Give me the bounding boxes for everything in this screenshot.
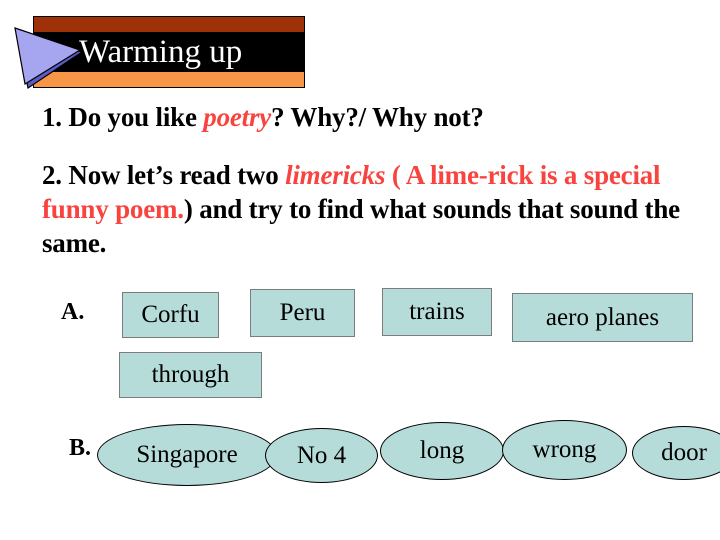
word-box-label: trains (409, 298, 465, 325)
word-box-label: Corfu (141, 301, 200, 328)
question-2-highlight: limericks (285, 160, 386, 190)
word-box-aero-planes[interactable]: aero planes (512, 293, 693, 342)
word-ellipse-label: wrong (532, 436, 597, 463)
word-ellipse-long[interactable]: long (380, 422, 504, 480)
group-a-label: A. (61, 299, 85, 325)
word-box-label: through (151, 361, 230, 388)
question-2: 2. Now let’s read two limericks ( A lime… (42, 158, 714, 260)
banner-bottom-stripe (33, 72, 305, 88)
question-1-text-after: ? Why?/ Why not? (271, 102, 484, 132)
word-box-label: Peru (279, 299, 326, 326)
question-1: 1. Do you like poetry? Why?/ Why not? (42, 100, 702, 134)
word-ellipse-label: door (661, 439, 707, 466)
question-2-paren-open: ( (385, 160, 406, 190)
word-box-corfu[interactable]: Corfu (122, 292, 219, 338)
word-ellipse-wrong[interactable]: wrong (502, 420, 627, 480)
question-2-number: 2. (42, 160, 62, 190)
page-title: Warming up (79, 34, 243, 70)
word-ellipse-door[interactable]: door (632, 426, 720, 480)
word-box-label: aero planes (545, 303, 660, 331)
word-box-peru[interactable]: Peru (250, 289, 355, 337)
question-1-highlight: poetry (203, 102, 272, 132)
group-b-label: B. (69, 435, 92, 461)
word-box-through[interactable]: through (119, 352, 262, 398)
word-ellipse-label: long (419, 437, 465, 464)
question-1-text-before: Do you like (61, 102, 204, 132)
slide-canvas: Warming up 1. Do you like poetry? Why?/ … (0, 0, 720, 540)
word-ellipse-no-4[interactable]: No 4 (265, 428, 378, 483)
word-ellipse-label: Singapore (136, 441, 238, 468)
title-banner: Warming up (33, 16, 305, 88)
word-box-trains[interactable]: trains (382, 288, 492, 336)
word-ellipse-singapore[interactable]: Singapore (97, 424, 277, 486)
question-2-text-before: Now let’s read two (61, 160, 286, 190)
word-ellipse-label: No 4 (296, 441, 347, 469)
question-1-number: 1. (42, 102, 62, 132)
question-2-paren-close: ) (183, 194, 193, 224)
